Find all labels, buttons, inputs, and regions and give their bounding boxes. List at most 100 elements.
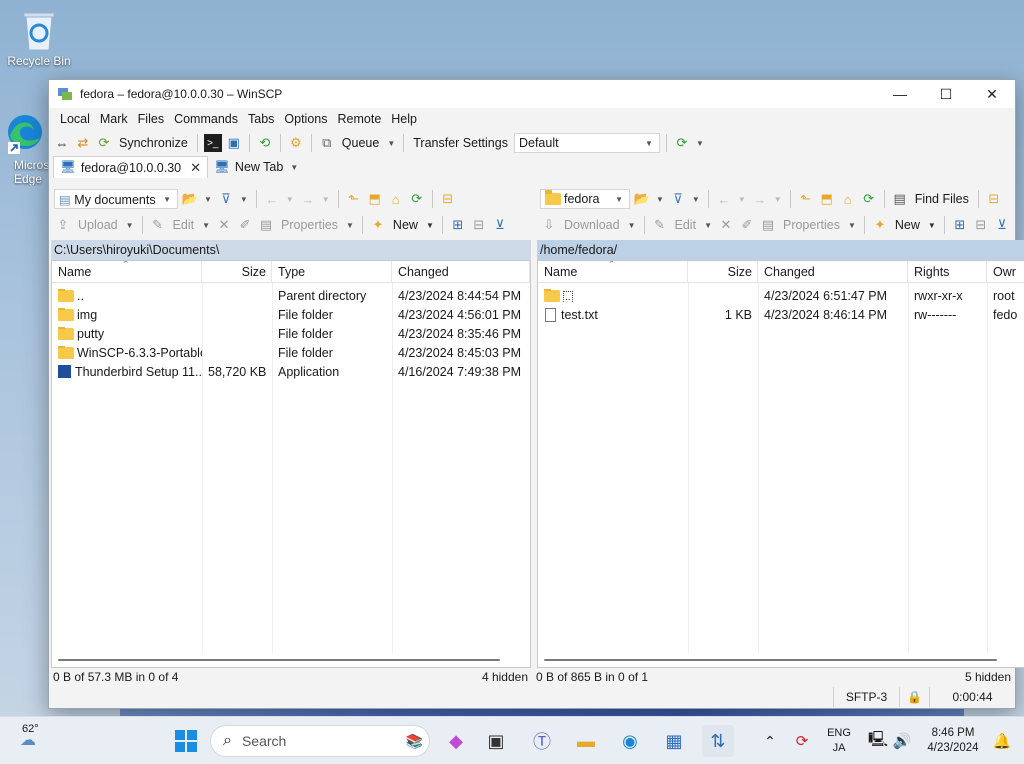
chevron-down-icon[interactable]: ▼ — [202, 195, 214, 204]
menu-tabs[interactable]: Tabs — [243, 112, 279, 126]
chevron-down-icon[interactable]: ▼ — [385, 139, 397, 148]
chevron-down-icon[interactable]: ▼ — [424, 221, 436, 230]
parent-directory-icon[interactable]: ⬑ — [797, 190, 815, 208]
file-explorer-icon[interactable]: ▬ — [570, 725, 602, 757]
column-header-rights[interactable]: Rights — [908, 261, 987, 282]
putty-icon[interactable]: ▣ — [225, 134, 243, 152]
task-view-icon[interactable]: ▣ — [480, 725, 512, 757]
forward-icon[interactable]: → — [299, 190, 317, 208]
language-indicator[interactable]: ENG JA — [822, 725, 856, 757]
table-row[interactable]: img File folder 4/23/2024 4:56:01 PM — [52, 305, 530, 324]
filter-icon[interactable]: ⊽ — [217, 190, 235, 208]
remote-path[interactable]: /home/fedora/ — [537, 240, 1024, 260]
show-hidden-icons-chevron-up-icon[interactable]: ⌃ — [754, 725, 786, 757]
preferences-gear-icon[interactable]: ⚙ — [287, 134, 305, 152]
root-directory-icon[interactable]: ⬒ — [818, 190, 836, 208]
local-hidden-count[interactable]: 4 hidden — [482, 670, 528, 684]
notifications-bell-icon[interactable]: 🔔 — [986, 725, 1018, 757]
select-filter-icon[interactable]: ⊻ — [491, 216, 509, 234]
copilot-icon[interactable]: ◆ — [440, 725, 472, 757]
sync-session-icon[interactable]: ⟳ — [673, 134, 691, 152]
taskbar-search[interactable]: ⌕ Search 📚 — [210, 725, 430, 757]
remote-hidden-count[interactable]: 5 hidden — [965, 670, 1011, 684]
tab-new[interactable]: 🖥 New Tab ▼ — [208, 156, 306, 178]
parent-directory-icon[interactable]: ⬑ — [345, 190, 363, 208]
menu-mark[interactable]: Mark — [95, 112, 133, 126]
chevron-down-icon[interactable]: ▼ — [846, 221, 858, 230]
forward-icon[interactable]: → — [751, 190, 769, 208]
download-button[interactable]: Download — [561, 218, 623, 232]
chevron-down-icon[interactable]: ▼ — [626, 221, 638, 230]
teams-icon[interactable]: Ⓣ — [526, 725, 558, 757]
menu-files[interactable]: Files — [133, 112, 169, 126]
console-icon[interactable]: >_ — [203, 134, 222, 152]
rename-icon[interactable]: ✐ — [738, 216, 756, 234]
menu-commands[interactable]: Commands — [169, 112, 243, 126]
close-button[interactable]: ✕ — [969, 80, 1015, 108]
select-filter-icon[interactable]: ⊻ — [993, 216, 1011, 234]
chevron-down-icon[interactable]: ▼ — [654, 195, 666, 204]
column-header-changed[interactable]: Changed — [392, 261, 530, 282]
menu-local[interactable]: Local — [55, 112, 95, 126]
refresh-session-icon[interactable]: ⟲ — [256, 134, 274, 152]
chevron-down-icon[interactable]: ▼ — [926, 221, 938, 230]
chevron-down-icon[interactable]: ▼ — [344, 221, 356, 230]
refresh-icon[interactable]: ⟳ — [408, 190, 426, 208]
column-header-type[interactable]: Type — [272, 261, 392, 282]
local-file-list[interactable]: ⌃ Name Size Type Changed .. Parent direct… — [51, 260, 531, 668]
find-files-button[interactable]: Find Files — [912, 192, 972, 206]
chevron-down-icon[interactable]: ▼ — [200, 221, 212, 230]
local-path[interactable]: C:\Users\hiroyuki\Documents\ — [51, 240, 531, 260]
remote-location-select[interactable]: fedora ▼ — [540, 189, 630, 209]
edit-button[interactable]: Edit — [170, 218, 198, 232]
winscp-taskbar-icon[interactable]: ⇅ — [702, 725, 734, 757]
properties-button[interactable]: Properties — [780, 218, 843, 232]
new-button[interactable]: New — [390, 218, 421, 232]
tab-session-fedora[interactable]: 🖥 fedora@10.0.0.30 ✕ — [53, 156, 209, 178]
maximize-button[interactable]: ☐ — [923, 80, 969, 108]
select-plus-icon[interactable]: ⊞ — [449, 216, 467, 234]
delete-icon[interactable]: ✕ — [215, 216, 233, 234]
edit-button[interactable]: Edit — [672, 218, 700, 232]
chevron-down-icon[interactable]: ▼ — [320, 195, 332, 204]
close-tab-icon[interactable]: ✕ — [190, 160, 201, 176]
chevron-down-icon[interactable]: ▼ — [736, 195, 748, 204]
transfer-settings-select[interactable]: Default ▼ — [513, 133, 660, 153]
notification-sync-icon[interactable]: ⟳ — [786, 725, 818, 757]
recycle-bin-shortcut[interactable]: Recycle Bin — [4, 8, 74, 68]
table-row[interactable]: Thunderbird Setup 11... 58,720 KB Applic… — [52, 362, 530, 381]
upload-button[interactable]: Upload — [75, 218, 121, 232]
start-button[interactable] — [170, 725, 202, 757]
back-icon[interactable]: ← — [715, 190, 733, 208]
horizontal-scrollbar[interactable] — [544, 659, 997, 661]
chevron-down-icon[interactable]: ▼ — [702, 221, 714, 230]
remote-file-list[interactable]: ⌃ Name Size Changed Rights Owr .. 4/23/20… — [537, 260, 1024, 668]
select-plus-icon[interactable]: ⊞ — [951, 216, 969, 234]
chevron-down-icon[interactable]: ▼ — [238, 195, 250, 204]
table-row[interactable]: putty File folder 4/23/2024 8:35:46 PM — [52, 324, 530, 343]
properties-button[interactable]: Properties — [278, 218, 341, 232]
synchronize-browsing-icon[interactable]: ⇄ — [74, 134, 92, 152]
title-bar[interactable]: fedora – fedora@10.0.0.30 – WinSCP — ☐ ✕ — [49, 80, 1015, 108]
chevron-down-icon[interactable]: ▼ — [772, 195, 784, 204]
table-row[interactable]: test.txt 1 KB 4/23/2024 8:46:14 PM rw---… — [538, 305, 1024, 324]
open-folder-icon[interactable]: 📂 — [181, 190, 199, 208]
synchronize-button[interactable]: Synchronize — [116, 136, 191, 150]
back-icon[interactable]: ← — [263, 190, 281, 208]
table-row[interactable]: .. 4/23/2024 6:51:47 PM rwxr-xr-x root — [538, 286, 1024, 305]
refresh-icon[interactable]: ⟳ — [860, 190, 878, 208]
queue-button[interactable]: Queue — [339, 136, 383, 150]
minimize-button[interactable]: — — [877, 80, 923, 108]
table-row[interactable]: .. Parent directory 4/23/2024 8:44:54 PM — [52, 286, 530, 305]
chevron-down-icon[interactable]: ▼ — [690, 195, 702, 204]
home-icon[interactable]: ⌂ — [839, 190, 857, 208]
chevron-down-icon[interactable]: ▼ — [694, 139, 706, 148]
tree-toggle-icon[interactable]: ⊟ — [439, 190, 457, 208]
rename-icon[interactable]: ✐ — [236, 216, 254, 234]
volume-icon[interactable]: 🔊 — [886, 725, 918, 757]
column-header-owner[interactable]: Owr — [987, 261, 1024, 282]
chevron-down-icon[interactable]: ▼ — [284, 195, 296, 204]
edge-icon[interactable]: ◉ — [614, 725, 646, 757]
unselect-minus-icon[interactable]: ⊟ — [972, 216, 990, 234]
clock[interactable]: 8:46 PM 4/23/2024 — [920, 725, 986, 757]
